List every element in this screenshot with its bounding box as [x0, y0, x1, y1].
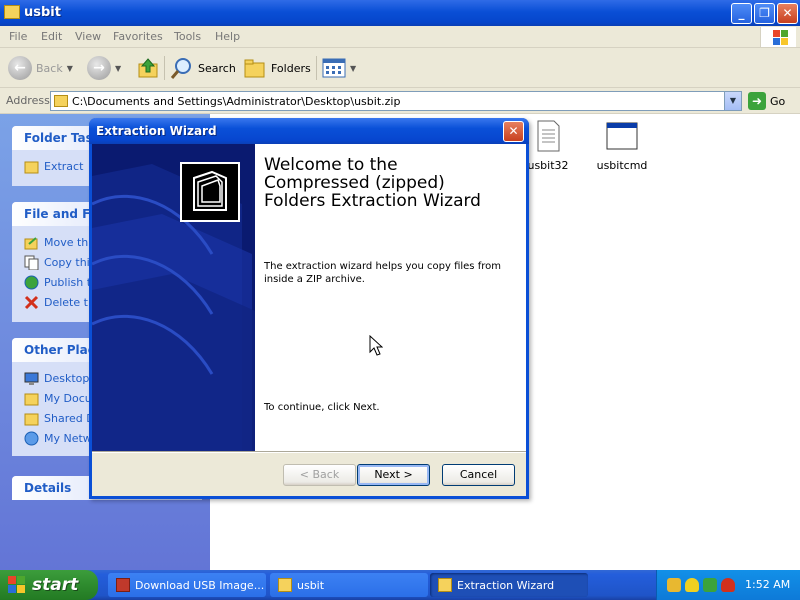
documents-folder-icon — [24, 393, 39, 405]
search-label: Search — [198, 61, 236, 75]
address-value: C:\Documents and Settings\Administrator\… — [72, 95, 401, 108]
address-dropdown-button[interactable]: ▼ — [724, 92, 741, 110]
toolbar: ← Back ▼ → ▼ Search Folders ▼ — [0, 48, 800, 88]
menu-help[interactable]: Help — [215, 30, 240, 43]
security-shield-icon[interactable] — [685, 578, 699, 592]
network-tray-icon[interactable] — [667, 578, 681, 592]
folder-icon — [438, 578, 452, 592]
taskbar-item-download[interactable]: Download USB Image... — [108, 573, 266, 597]
start-label: start — [32, 575, 79, 595]
extraction-wizard-dialog: Extraction Wizard ✕ Welcome to the Compr… — [89, 118, 529, 499]
file-icon — [532, 120, 564, 152]
network-icon — [24, 431, 39, 445]
compressed-folders-icon — [180, 162, 240, 222]
address-bar: Address C:\Documents and Settings\Admini… — [0, 88, 800, 114]
menu-file[interactable]: File — [9, 30, 27, 43]
back-label: Back — [36, 61, 63, 75]
wizard-side-banner — [92, 144, 255, 451]
go-button[interactable]: ➜ Go — [748, 92, 785, 110]
wizard-continue-text: To continue, click Next. — [264, 402, 380, 413]
go-arrow-icon: ➜ — [748, 92, 766, 110]
desktop-icon — [24, 372, 39, 385]
delete-label: Delete t — [44, 295, 88, 309]
menu-view[interactable]: View — [75, 30, 101, 43]
zip-folder-icon — [54, 95, 68, 107]
menu-favorites[interactable]: Favorites — [113, 30, 163, 43]
next-button[interactable]: Next > — [357, 464, 430, 486]
taskbar-item-label: Download USB Image... — [135, 578, 265, 592]
copy-icon — [24, 255, 39, 270]
publish-label: Publish t — [44, 275, 92, 289]
desktop-label: Desktop — [44, 371, 90, 385]
window-title: usbit — [24, 5, 61, 20]
go-label: Go — [770, 94, 786, 108]
app-icon — [116, 578, 130, 592]
extract-label: Extract — [44, 159, 84, 173]
dialog-close-button[interactable]: ✕ — [503, 121, 524, 142]
wizard-content: Welcome to the Compressed (zipped) Folde… — [255, 144, 526, 451]
folders-label: Folders — [271, 61, 311, 75]
chevron-down-icon: ▼ — [66, 63, 73, 73]
file-name: usbitcmd — [596, 159, 648, 172]
shared-folder-icon — [24, 413, 39, 425]
system-tray: 1:52 AM — [656, 570, 800, 600]
taskbar: start Download USB Image... usbit Extrac… — [0, 570, 800, 600]
mouse-cursor-icon — [369, 335, 383, 356]
clock: 1:52 AM — [745, 578, 791, 591]
console-app-icon — [606, 120, 638, 152]
up-folder-icon — [138, 58, 158, 78]
back-button[interactable]: ← Back ▼ — [8, 54, 73, 82]
maximize-button[interactable]: ❐ — [754, 3, 775, 24]
wizard-heading: Welcome to the Compressed (zipped) Folde… — [264, 155, 481, 211]
globe-icon — [24, 275, 39, 289]
explorer-title-bar[interactable]: usbit _ ❐ ✕ — [0, 0, 800, 26]
back-arrow-icon: ← — [8, 56, 32, 80]
shared-documents-label: Shared D — [44, 411, 95, 425]
alert-shield-icon[interactable] — [721, 578, 735, 592]
move-icon — [24, 236, 38, 249]
folder-icon — [278, 578, 292, 592]
minimize-button[interactable]: _ — [731, 3, 752, 24]
dialog-divider — [92, 451, 526, 453]
my-documents-label: My Docu — [44, 391, 92, 405]
close-button[interactable]: ✕ — [777, 3, 798, 24]
windows-logo-icon — [760, 27, 796, 47]
address-label: Address — [6, 94, 50, 107]
search-button[interactable]: Search — [170, 54, 236, 82]
taskbar-item-extraction-wizard[interactable]: Extraction Wizard — [430, 573, 588, 597]
taskbar-item-label: Extraction Wizard — [457, 578, 555, 592]
views-icon — [322, 58, 346, 78]
cancel-button[interactable]: Cancel — [442, 464, 515, 486]
move-label: Move th — [44, 235, 89, 249]
forward-arrow-icon: → — [87, 56, 111, 80]
file-item[interactable]: usbitcmd — [592, 120, 652, 172]
taskbar-item-label: usbit — [297, 578, 325, 592]
folders-icon — [244, 59, 265, 78]
delete-icon — [24, 295, 39, 309]
chevron-down-icon: ▼ — [115, 63, 122, 73]
start-button[interactable]: start — [0, 570, 98, 600]
menu-bar: File Edit View Favorites Tools Help — [0, 26, 800, 48]
taskbar-item-usbit[interactable]: usbit — [270, 573, 428, 597]
back-button-wizard[interactable]: < Back — [283, 464, 356, 486]
search-icon — [170, 58, 191, 79]
wizard-description: The extraction wizard helps you copy fil… — [264, 261, 501, 285]
forward-button[interactable]: → ▼ — [87, 54, 121, 82]
menu-edit[interactable]: Edit — [41, 30, 62, 43]
up-folder-button[interactable] — [136, 54, 160, 82]
address-input[interactable]: C:\Documents and Settings\Administrator\… — [50, 91, 742, 111]
menu-tools[interactable]: Tools — [174, 30, 201, 43]
my-network-label: My Netw — [44, 431, 92, 445]
folder-icon — [4, 5, 20, 19]
folders-button[interactable]: Folders — [243, 54, 311, 82]
copy-label: Copy thi — [44, 255, 90, 269]
dialog-title: Extraction Wizard — [96, 124, 217, 138]
windows-logo-icon — [8, 576, 26, 594]
extract-icon — [24, 161, 39, 173]
update-tray-icon[interactable] — [703, 578, 717, 592]
views-button[interactable]: ▼ — [322, 54, 356, 82]
chevron-down-icon: ▼ — [350, 63, 357, 73]
dialog-title-bar[interactable]: Extraction Wizard ✕ — [89, 118, 529, 144]
